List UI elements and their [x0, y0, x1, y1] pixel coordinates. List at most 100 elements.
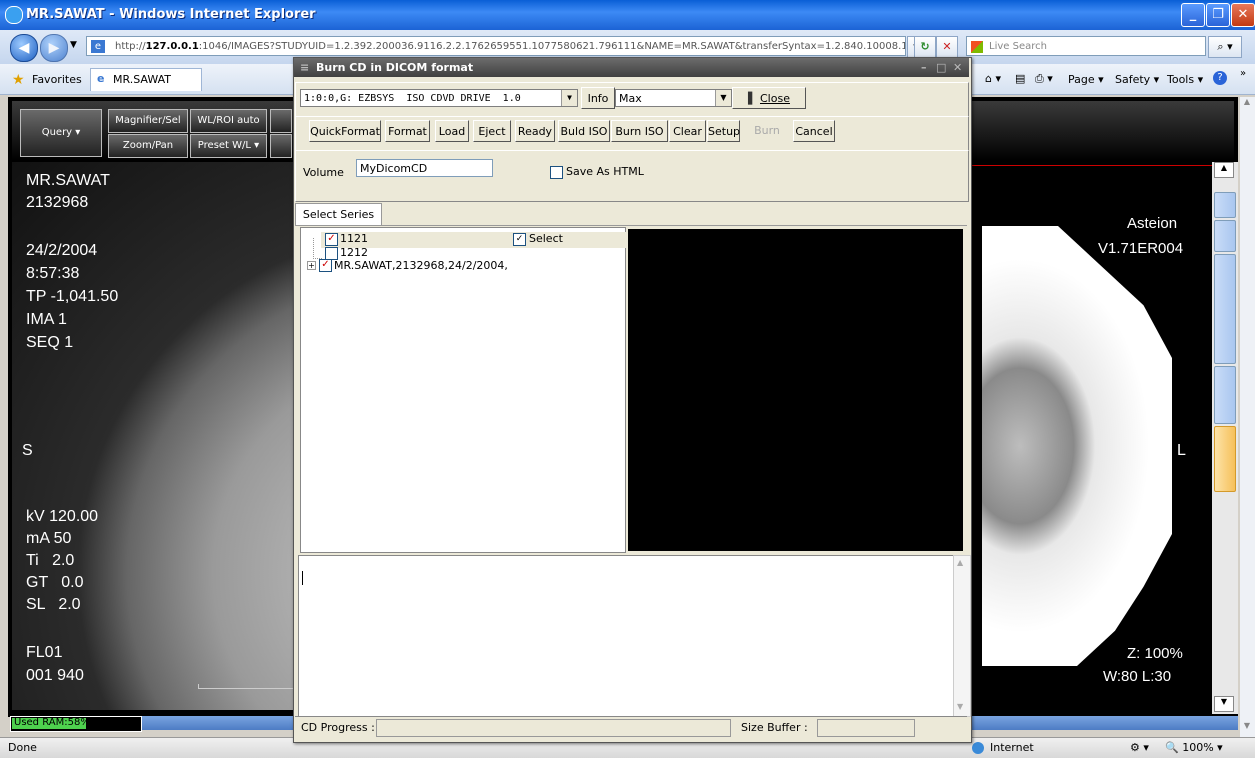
burn-iso-button[interactable]: Burn ISO — [611, 120, 668, 142]
scroll-segment[interactable] — [1214, 192, 1236, 218]
browser-tab[interactable]: e MR.SAWAT — [90, 68, 202, 91]
log-scrollbar[interactable]: ▲ ▼ — [953, 555, 971, 717]
gt-value: GT 0.0 — [26, 574, 84, 591]
ie-title-bar: MR.SAWAT - Windows Internet Explorer _ ❐… — [0, 0, 1255, 30]
scroll-segment[interactable] — [1214, 254, 1236, 364]
format-button[interactable]: Format — [385, 120, 430, 142]
dialog-close-icon[interactable]: ✕ — [953, 58, 962, 77]
zoom-level: 100% — [1182, 741, 1214, 754]
volume-label: Volume — [303, 166, 344, 179]
tools-menu-label: Tools — [1167, 73, 1195, 86]
preset-wl-button[interactable]: Preset W/L ▾ — [190, 134, 267, 158]
setup-button[interactable]: Setup — [707, 120, 740, 142]
favorites-star-icon[interactable]: ★ — [12, 72, 25, 88]
viewer-tool-button[interactable] — [270, 109, 292, 133]
ie-scroll-down-icon[interactable]: ▼ — [1241, 721, 1253, 735]
scroll-thumb[interactable] — [1214, 426, 1236, 492]
query-button[interactable]: Query ▾ — [20, 109, 102, 157]
dialog-maximize-icon[interactable]: □ — [936, 58, 946, 77]
close-window-button[interactable]: ✕ — [1231, 3, 1255, 27]
wl-roi-auto-button[interactable]: WL/ROI auto — [190, 109, 267, 133]
tree-expand-icon[interactable]: + — [307, 261, 316, 270]
text-caret — [302, 571, 303, 585]
save-as-html-label: Save As HTML — [566, 165, 644, 178]
eject-button[interactable]: Eject — [473, 120, 511, 142]
dialog-title-bar[interactable]: ≡ Burn CD in DICOM format – □ ✕ — [294, 58, 969, 77]
drive-select[interactable]: 1:0:0,G: EZBSYS ISO CDVD DRIVE 1.0 ▼ — [300, 89, 578, 107]
page-menu[interactable]: Page ▾ — [1068, 73, 1104, 86]
log-textarea[interactable] — [298, 555, 955, 717]
zoom-control[interactable]: 🔍 100% ▾ — [1165, 738, 1223, 758]
print-icon[interactable]: ⎙ ▾ — [1035, 72, 1053, 86]
url-host: 127.0.0.1 — [145, 41, 199, 52]
search-icon[interactable]: ⌕ ▾ — [1208, 36, 1242, 58]
live-search-input[interactable]: Live Search — [966, 36, 1206, 56]
feeds-icon[interactable]: ▤ — [1015, 72, 1025, 85]
select-checkbox[interactable]: ✓ — [513, 233, 526, 246]
magnifier-button[interactable]: Magnifier/Sel — [108, 109, 188, 133]
maximize-button[interactable]: ❐ — [1206, 3, 1230, 27]
ready-button[interactable]: Ready — [515, 120, 555, 142]
forward-button[interactable]: ▶ — [40, 34, 68, 62]
quickformat-button[interactable]: QuickFormat — [309, 120, 381, 142]
study-label[interactable]: MR.SAWAT,2132968,24/2/2004, — [334, 259, 508, 272]
series-1121-checkbox[interactable]: ✓ — [325, 233, 338, 246]
close-dialog-button[interactable]: ▌ Close — [732, 87, 806, 109]
drive-dropdown-icon[interactable]: ▼ — [561, 90, 577, 106]
study-checkbox[interactable]: ✓ — [319, 259, 332, 272]
home-icon[interactable]: ⌂ ▾ — [985, 72, 1001, 85]
speed-select[interactable]: Max ▼ — [615, 89, 732, 107]
size-buffer-label: Size Buffer : — [741, 721, 808, 734]
study-time: 8:57:38 — [26, 265, 80, 282]
series-1212-label[interactable]: 1212 — [340, 246, 368, 259]
ie-scroll-up-icon[interactable]: ▲ — [1241, 97, 1253, 111]
window-title: MR.SAWAT - Windows Internet Explorer — [26, 7, 316, 22]
orientation-right-label: L — [1177, 442, 1186, 459]
minimize-button[interactable]: _ — [1181, 3, 1205, 27]
stop-icon[interactable]: ✕ — [936, 36, 958, 58]
zoom-pan-button[interactable]: Zoom/Pan — [108, 134, 188, 158]
clear-button[interactable]: Clear — [669, 120, 706, 142]
url-prefix: http:// — [115, 41, 146, 52]
address-field[interactable]: e http://127.0.0.1:1046/IMAGES?STUDYUID=… — [86, 36, 906, 56]
save-as-html-checkbox[interactable] — [550, 166, 563, 179]
protected-mode-icon[interactable]: ⚙ ▾ — [1130, 738, 1149, 758]
refresh-icon[interactable]: ↻ — [914, 36, 936, 58]
ie-page-scrollbar[interactable]: ▲ ▼ — [1240, 97, 1255, 737]
volume-input[interactable] — [356, 159, 493, 177]
series-scrollbar[interactable]: ▲ ▼ — [1212, 162, 1238, 714]
tab-select-series[interactable]: Select Series — [295, 203, 382, 226]
scroll-segment[interactable] — [1214, 220, 1236, 252]
info-button[interactable]: Info — [581, 87, 615, 109]
cd-progress-bar — [376, 719, 731, 737]
log-scroll-up-icon[interactable]: ▲ — [957, 558, 963, 567]
series-tree[interactable]: ✓ 1121 1212 + ✓ MR.SAWAT,2132968,24/2/20… — [300, 227, 627, 553]
favorites-label[interactable]: Favorites — [32, 73, 82, 86]
load-button[interactable]: Load — [435, 120, 469, 142]
scroll-segment[interactable] — [1214, 366, 1236, 424]
preset-wl-label: Preset W/L — [197, 140, 251, 151]
patient-name: MR.SAWAT — [26, 172, 110, 189]
speed-dropdown-icon[interactable]: ▼ — [715, 90, 731, 106]
burn-button[interactable]: Burn — [742, 120, 792, 142]
cancel-button[interactable]: Cancel — [793, 120, 835, 142]
series-1121-label[interactable]: 1121 — [340, 232, 368, 245]
close-dialog-label: Close — [760, 92, 790, 105]
dialog-menu-icon[interactable]: ≡ — [300, 58, 309, 77]
select-label: Select — [529, 232, 563, 245]
status-done: Done — [8, 741, 37, 754]
log-scroll-down-icon[interactable]: ▼ — [957, 702, 963, 711]
viewer-tool-button-2[interactable] — [270, 134, 292, 158]
help-icon[interactable]: ? — [1213, 71, 1227, 85]
history-dropdown-icon[interactable]: ▼ — [70, 40, 77, 50]
sl-value: SL 2.0 — [26, 596, 81, 613]
live-search-logo-icon — [971, 41, 983, 53]
scroll-up-icon[interactable]: ▲ — [1214, 162, 1234, 178]
dialog-minimize-icon[interactable]: – — [921, 58, 927, 77]
tools-menu[interactable]: Tools ▾ — [1167, 73, 1203, 86]
back-button[interactable]: ◀ — [10, 34, 38, 62]
safety-menu[interactable]: Safety ▾ — [1115, 73, 1159, 86]
chevron-more-icon[interactable]: » — [1240, 68, 1246, 79]
scroll-down-icon[interactable]: ▼ — [1214, 696, 1234, 712]
build-iso-button[interactable]: Buld ISO — [558, 120, 610, 142]
